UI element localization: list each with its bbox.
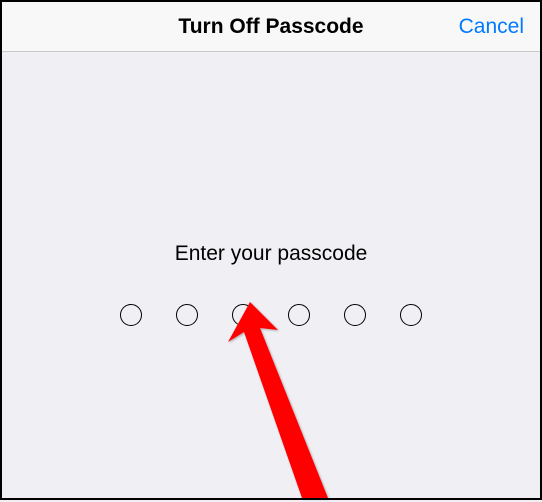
navigation-bar: Turn Off Passcode Cancel (2, 2, 540, 52)
passcode-dot (400, 304, 422, 326)
passcode-dot (288, 304, 310, 326)
passcode-dot (344, 304, 366, 326)
passcode-dot (232, 304, 254, 326)
passcode-dots[interactable] (120, 304, 422, 326)
passcode-dot (120, 304, 142, 326)
passcode-dot (176, 304, 198, 326)
passcode-entry-area: Enter your passcode (2, 52, 540, 326)
page-title: Turn Off Passcode (178, 15, 363, 39)
passcode-prompt: Enter your passcode (175, 242, 368, 266)
cancel-button[interactable]: Cancel (459, 15, 524, 39)
